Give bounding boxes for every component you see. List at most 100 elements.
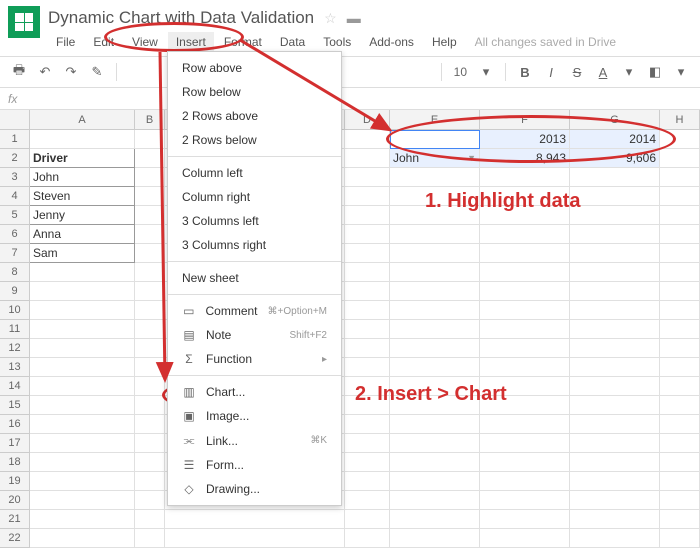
cell[interactable] xyxy=(480,244,570,263)
cell[interactable] xyxy=(660,225,700,244)
cell[interactable] xyxy=(390,377,480,396)
col-header-f[interactable]: F xyxy=(480,110,570,129)
cell[interactable] xyxy=(390,244,480,263)
select-all-corner[interactable] xyxy=(0,110,30,129)
cell[interactable]: 2013 xyxy=(480,130,570,149)
menu-3cols-left[interactable]: 3 Columns left xyxy=(168,209,341,233)
col-header-g[interactable]: G xyxy=(570,110,660,129)
star-icon[interactable]: ☆ xyxy=(324,10,337,27)
cell[interactable] xyxy=(345,453,390,472)
cell[interactable] xyxy=(390,301,480,320)
cell[interactable] xyxy=(135,225,165,244)
menu-link[interactable]: ⫘Link...⌘K xyxy=(168,428,341,453)
cell[interactable] xyxy=(345,244,390,263)
cell[interactable] xyxy=(660,149,700,168)
cell[interactable] xyxy=(345,168,390,187)
cell[interactable] xyxy=(570,377,660,396)
cell[interactable] xyxy=(570,225,660,244)
col-header-e[interactable]: E xyxy=(390,110,480,129)
cell[interactable] xyxy=(135,453,165,472)
menu-note[interactable]: ▤NoteShift+F2 xyxy=(168,323,341,347)
cell[interactable] xyxy=(480,358,570,377)
cell[interactable] xyxy=(345,358,390,377)
cell[interactable] xyxy=(390,491,480,510)
cell[interactable] xyxy=(480,472,570,491)
cell[interactable] xyxy=(570,472,660,491)
menu-image[interactable]: ▣Image... xyxy=(168,404,341,428)
menu-tools[interactable]: Tools xyxy=(315,32,359,52)
row-header[interactable]: 5 xyxy=(0,206,30,225)
cell[interactable] xyxy=(135,130,165,149)
menu-insert[interactable]: Insert xyxy=(168,32,214,52)
cell[interactable] xyxy=(165,510,345,529)
row-header[interactable]: 3 xyxy=(0,168,30,187)
cell[interactable] xyxy=(345,263,390,282)
cell[interactable] xyxy=(345,206,390,225)
menu-file[interactable]: File xyxy=(48,32,83,52)
row-header[interactable]: 8 xyxy=(0,263,30,282)
cell[interactable] xyxy=(390,320,480,339)
cell[interactable] xyxy=(390,510,480,529)
cell[interactable] xyxy=(660,377,700,396)
cell[interactable] xyxy=(135,187,165,206)
row-header[interactable]: 12 xyxy=(0,339,30,358)
cell[interactable]: 8,943 xyxy=(480,149,570,168)
cell[interactable] xyxy=(480,339,570,358)
cell[interactable] xyxy=(660,168,700,187)
undo-icon[interactable]: ↶ xyxy=(34,61,56,83)
cell[interactable] xyxy=(480,491,570,510)
cell[interactable] xyxy=(570,206,660,225)
cell[interactable] xyxy=(480,320,570,339)
row-header[interactable]: 9 xyxy=(0,282,30,301)
cell[interactable]: Jenny xyxy=(30,206,135,225)
row-header[interactable]: 20 xyxy=(0,491,30,510)
cell[interactable] xyxy=(135,377,165,396)
fill-color-icon[interactable]: ◧ xyxy=(644,61,666,83)
cell[interactable] xyxy=(660,491,700,510)
cell[interactable] xyxy=(390,358,480,377)
cell[interactable] xyxy=(345,225,390,244)
cell[interactable] xyxy=(135,358,165,377)
row-header[interactable]: 1 xyxy=(0,130,30,149)
cell[interactable] xyxy=(345,130,390,149)
cell[interactable] xyxy=(345,282,390,301)
menu-2rows-above[interactable]: 2 Rows above xyxy=(168,104,341,128)
cell[interactable] xyxy=(30,472,135,491)
cell[interactable] xyxy=(135,434,165,453)
cell[interactable] xyxy=(345,510,390,529)
cell[interactable] xyxy=(660,130,700,149)
cell[interactable] xyxy=(135,491,165,510)
cell[interactable] xyxy=(390,339,480,358)
cell[interactable] xyxy=(660,320,700,339)
cell[interactable] xyxy=(30,301,135,320)
cell[interactable] xyxy=(30,434,135,453)
cell[interactable] xyxy=(345,434,390,453)
cell[interactable] xyxy=(30,415,135,434)
cell[interactable] xyxy=(570,168,660,187)
cell[interactable] xyxy=(480,415,570,434)
cell[interactable] xyxy=(390,263,480,282)
menu-comment[interactable]: ▭Comment⌘+Option+M xyxy=(168,299,341,323)
cell[interactable] xyxy=(480,453,570,472)
cell[interactable] xyxy=(30,130,135,149)
cell[interactable] xyxy=(390,415,480,434)
cell[interactable] xyxy=(30,339,135,358)
cell[interactable]: Sam xyxy=(30,244,135,263)
cell[interactable] xyxy=(135,320,165,339)
font-size[interactable]: 10 xyxy=(450,65,471,79)
menu-3cols-right[interactable]: 3 Columns right xyxy=(168,233,341,257)
cell[interactable]: John▼ xyxy=(390,149,480,168)
cell[interactable] xyxy=(30,491,135,510)
cell[interactable] xyxy=(480,434,570,453)
cell[interactable] xyxy=(135,149,165,168)
cell[interactable] xyxy=(30,396,135,415)
cell[interactable] xyxy=(570,320,660,339)
cell[interactable] xyxy=(660,339,700,358)
cell[interactable] xyxy=(135,206,165,225)
cell[interactable] xyxy=(135,415,165,434)
paint-format-icon[interactable]: ✎ xyxy=(86,61,108,83)
row-header[interactable]: 6 xyxy=(0,225,30,244)
cell[interactable] xyxy=(30,263,135,282)
cell[interactable]: Steven xyxy=(30,187,135,206)
cell[interactable] xyxy=(345,377,390,396)
